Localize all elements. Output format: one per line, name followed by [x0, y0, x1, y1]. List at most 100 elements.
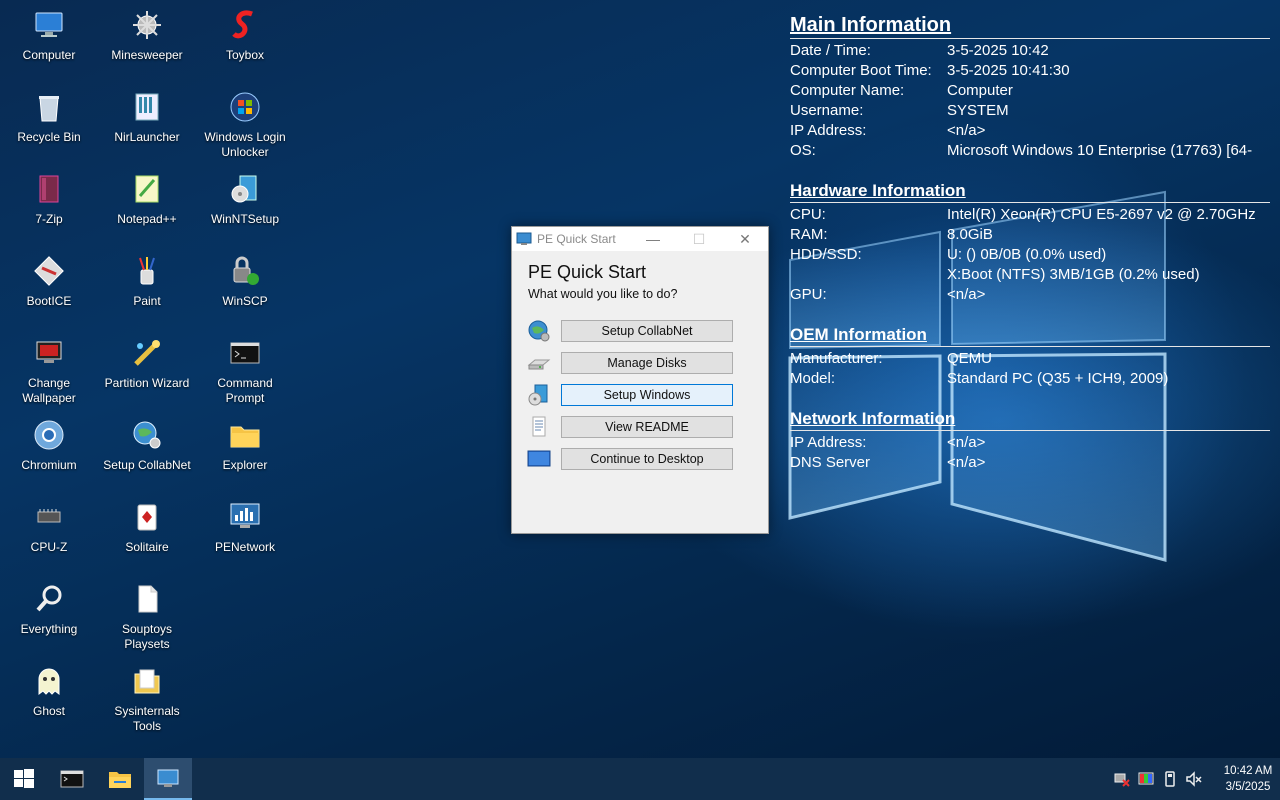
taskbar-command-prompt[interactable] — [48, 758, 96, 800]
desktop-icon-chromium[interactable]: Chromium — [1, 414, 97, 473]
desktop-icon-minesweeper[interactable]: Minesweeper — [99, 4, 195, 63]
setup-windows-button[interactable]: Setup Windows — [561, 384, 733, 406]
command-prompt-icon — [60, 770, 84, 788]
winscp-icon — [228, 254, 262, 288]
info-row: IP Address: <n/a> — [790, 434, 986, 451]
recycle-bin-icon — [32, 90, 66, 124]
pe-quick-start-window: PE Quick Start — ☐ ✕ PE Quick Start What… — [511, 226, 769, 534]
main-information-title: Main Information — [790, 14, 1270, 39]
info-row: Computer Boot Time: 3-5-2025 10:41:30 — [790, 62, 1070, 79]
system-info-panel: Main Information Date / Time: 3-5-2025 10… — [790, 14, 1270, 493]
desktop-icon-notepadpp[interactable]: Notepad++ — [99, 168, 195, 227]
info-row: Manufacturer: QEMU — [790, 350, 992, 367]
maximize-button[interactable]: ☐ — [676, 227, 722, 251]
clock-time: 10:42 AM — [1223, 765, 1273, 777]
change-wallpaper-icon — [32, 336, 66, 370]
close-button[interactable]: ✕ — [722, 227, 768, 251]
desktop-icon-setup-collabnet[interactable]: Setup CollabNet — [99, 414, 195, 473]
action-row-view-readme: View README — [512, 411, 768, 443]
desktop-icon-ghost[interactable]: Ghost — [1, 660, 97, 719]
desktop-icon-winntsetup[interactable]: WinNTSetup — [197, 168, 293, 227]
usb-drive-tray-icon[interactable] — [1161, 770, 1179, 788]
window-titlebar[interactable]: PE Quick Start — ☐ ✕ — [512, 227, 768, 251]
desktop-icon-partition-wizard[interactable]: Partition Wizard — [99, 332, 195, 391]
desktop-icon-cpuz[interactable]: CPU-Z — [1, 496, 97, 555]
disk-icon — [527, 351, 551, 375]
desktop-icon — [527, 447, 551, 471]
view-readme-button[interactable]: View README — [561, 416, 733, 438]
setup-collabnet-button[interactable]: Setup CollabNet — [561, 320, 733, 342]
start-button[interactable] — [0, 758, 48, 800]
info-row: Computer Name: Computer — [790, 82, 1013, 99]
action-row-continue-to-desktop: Continue to Desktop — [512, 443, 768, 475]
desktop-icon-command-prompt[interactable]: Command Prompt — [197, 332, 293, 406]
windows-logo-icon — [14, 769, 34, 788]
penetwork-icon — [228, 500, 262, 534]
desktop-icon-computer[interactable]: Computer — [1, 4, 97, 63]
notepadpp-icon — [130, 172, 164, 206]
desktop-icon-souptoys[interactable]: Souptoys Playsets — [99, 578, 195, 652]
minimize-button[interactable]: — — [630, 227, 676, 251]
ghost-icon — [32, 664, 66, 698]
desktop-icon-sysinternals[interactable]: Sysinternals Tools — [99, 660, 195, 734]
desktop-icon-paint[interactable]: Paint — [99, 250, 195, 309]
computer-icon — [32, 8, 66, 42]
winntsetup-icon — [228, 172, 262, 206]
info-row: HDD/SSD: U: () 0B/0B (0.0% used) — [790, 246, 1107, 263]
desktop-icon-windows-login-unlocker[interactable]: Windows Login Unlocker — [197, 86, 293, 160]
dialog-subheading: What would you like to do? — [528, 287, 678, 301]
clock-date: 3/5/2025 — [1225, 781, 1271, 793]
continue-to-desktop-button[interactable]: Continue to Desktop — [561, 448, 733, 470]
desktop-icon-change-wallpaper[interactable]: Change Wallpaper — [1, 332, 97, 406]
action-row-setup-collabnet: Setup CollabNet — [512, 315, 768, 347]
desktop-icon-bootice[interactable]: BootICE — [1, 250, 97, 309]
hardware-information-section: Hardware Information CPU: Intel(R) Xeon(R… — [790, 181, 1270, 305]
info-row: Date / Time: 3-5-2025 10:42 — [790, 42, 1049, 59]
dialog-heading: PE Quick Start — [528, 262, 647, 282]
oem-information-title: OEM Information — [790, 325, 1270, 347]
desktop-icon-solitaire[interactable]: Solitaire — [99, 496, 195, 555]
taskbar: 10:42 AM 3/5/2025 — [0, 758, 1280, 800]
info-row: X:Boot (NTFS) 3MB/1GB (0.2% used) — [947, 266, 1200, 283]
manage-disks-button[interactable]: Manage Disks — [561, 352, 733, 374]
network-tray-icon[interactable] — [1113, 770, 1131, 788]
taskbar-pe-quick-start[interactable] — [144, 758, 192, 800]
action-row-manage-disks: Manage Disks — [512, 347, 768, 379]
souptoys-icon — [130, 582, 164, 616]
globe-icon — [527, 319, 551, 343]
desktop-icon-toybox[interactable]: Toybox — [197, 4, 293, 63]
taskbar-explorer[interactable] — [96, 758, 144, 800]
info-row: Model: Standard PC (Q35 + ICH9, 2009) — [790, 370, 1169, 387]
cpuz-icon — [32, 500, 66, 534]
window-title: PE Quick Start — [537, 232, 616, 246]
minesweeper-icon — [130, 8, 164, 42]
7zip-icon — [32, 172, 66, 206]
desktop-icon-winscp[interactable]: WinSCP — [197, 250, 293, 309]
display-tray-icon[interactable] — [1137, 770, 1155, 788]
hardware-information-title: Hardware Information — [790, 181, 1270, 203]
taskbar-clock[interactable]: 10:42 AM 3/5/2025 — [1216, 763, 1280, 795]
desktop-icon-recycle-bin[interactable]: Recycle Bin — [1, 86, 97, 145]
desktop-icon-penetwork[interactable]: PENetwork — [197, 496, 293, 555]
system-tray: 10:42 AM 3/5/2025 — [1110, 758, 1280, 800]
pe-quick-start-icon — [516, 231, 532, 247]
nirlauncher-icon — [130, 90, 164, 124]
network-information-section: Network Information IP Address: <n/a> DNS… — [790, 409, 1270, 473]
network-information-title: Network Information — [790, 409, 1270, 431]
pe-quick-start-icon — [157, 769, 179, 787]
windows-setup-icon — [527, 383, 551, 407]
info-row: GPU: <n/a> — [790, 286, 986, 303]
setup-collabnet-icon — [130, 418, 164, 452]
desktop-icon-nirlauncher[interactable]: NirLauncher — [99, 86, 195, 145]
explorer-icon — [228, 418, 262, 452]
volume-muted-icon[interactable] — [1185, 770, 1203, 788]
info-row: RAM: 8.0GiB — [790, 226, 993, 243]
desktop-icon-7zip[interactable]: 7-Zip — [1, 168, 97, 227]
paint-icon — [130, 254, 164, 288]
info-row: Username: SYSTEM — [790, 102, 1009, 119]
chromium-icon — [32, 418, 66, 452]
desktop-icon-everything[interactable]: Everything — [1, 578, 97, 637]
partition-wizard-icon — [130, 336, 164, 370]
desktop-icon-explorer[interactable]: Explorer — [197, 414, 293, 473]
command-prompt-icon — [228, 336, 262, 370]
